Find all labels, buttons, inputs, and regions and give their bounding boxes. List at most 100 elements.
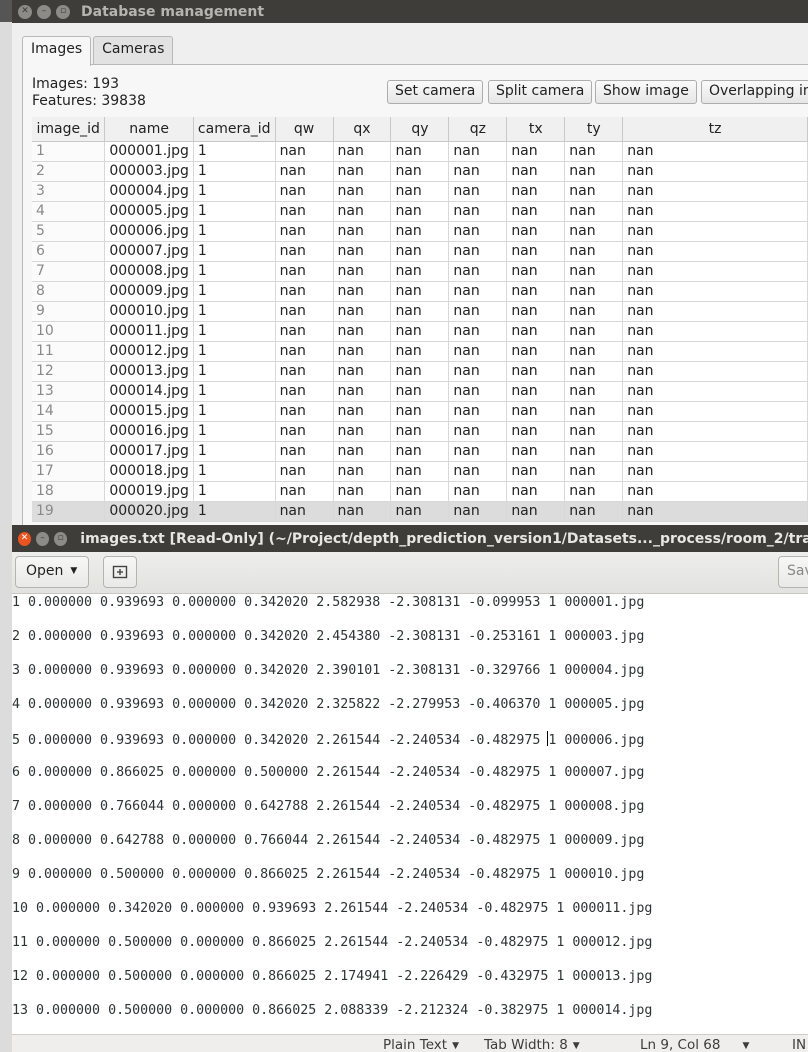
table-cell[interactable]: nan bbox=[333, 381, 392, 402]
column-header[interactable]: qy bbox=[390, 117, 450, 142]
table-cell[interactable]: nan bbox=[275, 161, 334, 182]
table-cell[interactable]: nan bbox=[448, 381, 508, 402]
table-cell[interactable]: nan bbox=[390, 461, 450, 482]
table-cell[interactable]: nan bbox=[390, 441, 450, 462]
table-cell[interactable]: 000008.jpg bbox=[104, 261, 194, 282]
table-cell[interactable]: nan bbox=[564, 261, 624, 282]
table-cell[interactable]: 1 bbox=[193, 201, 276, 222]
table-cell[interactable]: nan bbox=[390, 481, 450, 502]
show-image-button[interactable]: Show image bbox=[595, 80, 697, 104]
table-cell[interactable]: nan bbox=[275, 381, 334, 402]
table-cell[interactable]: nan bbox=[622, 141, 808, 162]
table-cell[interactable]: nan bbox=[448, 401, 508, 422]
table-cell[interactable]: nan bbox=[506, 281, 566, 302]
table-cell[interactable]: nan bbox=[622, 341, 808, 362]
table-cell[interactable]: 16 bbox=[32, 441, 106, 462]
table-cell[interactable]: 000009.jpg bbox=[104, 281, 194, 302]
table-cell[interactable]: 1 bbox=[193, 261, 276, 282]
table-cell[interactable]: nan bbox=[448, 281, 508, 302]
table-cell[interactable]: nan bbox=[448, 261, 508, 282]
table-cell[interactable]: nan bbox=[564, 241, 624, 262]
table-cell[interactable]: 000020.jpg bbox=[104, 501, 194, 522]
table-cell[interactable]: 19 bbox=[32, 501, 106, 522]
table-cell[interactable]: nan bbox=[622, 501, 808, 522]
table-cell[interactable]: nan bbox=[390, 341, 450, 362]
table-cell[interactable]: nan bbox=[622, 381, 808, 402]
table-cell[interactable]: nan bbox=[564, 501, 624, 522]
table-cell[interactable]: nan bbox=[275, 481, 334, 502]
table-row[interactable]: 7 000008.jpg 1 nan nan nan nan nan nan nan bbox=[32, 261, 808, 282]
split-camera-button[interactable]: Split camera bbox=[488, 80, 593, 104]
table-cell[interactable]: nan bbox=[448, 461, 508, 482]
table-cell[interactable]: nan bbox=[333, 361, 392, 382]
table-cell[interactable]: 000003.jpg bbox=[104, 161, 194, 182]
table-cell[interactable]: 000005.jpg bbox=[104, 201, 194, 222]
table-cell[interactable]: nan bbox=[506, 321, 566, 342]
table-cell[interactable]: nan bbox=[390, 321, 450, 342]
table-cell[interactable]: nan bbox=[506, 441, 566, 462]
maximize-icon[interactable]: ▫ bbox=[56, 4, 70, 19]
table-cell[interactable]: nan bbox=[506, 241, 566, 262]
table-cell[interactable]: 14 bbox=[32, 401, 106, 422]
table-cell[interactable]: nan bbox=[622, 321, 808, 342]
table-cell[interactable]: nan bbox=[390, 301, 450, 322]
table-cell[interactable]: 1 bbox=[32, 141, 106, 162]
tab-width-selector[interactable]: Tab Width: 8 ▼ bbox=[484, 1037, 580, 1052]
table-cell[interactable]: 000004.jpg bbox=[104, 181, 194, 202]
overlapping-images-button[interactable]: Overlapping im bbox=[701, 80, 808, 104]
table-cell[interactable]: nan bbox=[506, 181, 566, 202]
table-cell[interactable]: nan bbox=[448, 221, 508, 242]
table-cell[interactable]: nan bbox=[390, 161, 450, 182]
table-cell[interactable]: nan bbox=[506, 221, 566, 242]
table-cell[interactable]: nan bbox=[564, 181, 624, 202]
set-camera-button[interactable]: Set camera bbox=[387, 80, 484, 104]
table-cell[interactable]: nan bbox=[564, 161, 624, 182]
table-cell[interactable]: nan bbox=[564, 461, 624, 482]
table-cell[interactable]: 1 bbox=[193, 381, 276, 402]
table-cell[interactable]: nan bbox=[622, 461, 808, 482]
table-cell[interactable]: nan bbox=[390, 401, 450, 422]
open-button[interactable]: Open ▼ bbox=[15, 556, 89, 588]
table-cell[interactable]: nan bbox=[622, 481, 808, 502]
table-cell[interactable]: nan bbox=[390, 421, 450, 442]
table-cell[interactable]: nan bbox=[275, 241, 334, 262]
table-cell[interactable]: 13 bbox=[32, 381, 106, 402]
table-cell[interactable]: nan bbox=[275, 221, 334, 242]
language-selector[interactable]: Plain Text ▼ bbox=[383, 1037, 459, 1052]
table-cell[interactable]: 8 bbox=[32, 281, 106, 302]
table-cell[interactable]: 1 bbox=[193, 241, 276, 262]
table-cell[interactable]: nan bbox=[564, 141, 624, 162]
table-row[interactable]: 5 000006.jpg 1 nan nan nan nan nan nan nan bbox=[32, 221, 808, 242]
table-row[interactable]: 11 000012.jpg 1 nan nan nan nan nan nan nan bbox=[32, 341, 808, 362]
table-cell[interactable]: nan bbox=[275, 201, 334, 222]
column-header[interactable]: name bbox=[104, 117, 194, 142]
table-cell[interactable]: nan bbox=[622, 441, 808, 462]
table-cell[interactable]: 000011.jpg bbox=[104, 321, 194, 342]
table-cell[interactable]: nan bbox=[333, 241, 392, 262]
table-cell[interactable]: 000018.jpg bbox=[104, 461, 194, 482]
table-row[interactable]: 16 000017.jpg 1 nan nan nan nan nan nan nan bbox=[32, 441, 808, 462]
table-row[interactable]: 14 000015.jpg 1 nan nan nan nan nan nan nan bbox=[32, 401, 808, 422]
table-cell[interactable]: nan bbox=[506, 141, 566, 162]
table-cell[interactable]: 000017.jpg bbox=[104, 441, 194, 462]
table-cell[interactable]: 9 bbox=[32, 301, 106, 322]
table-cell[interactable]: nan bbox=[390, 261, 450, 282]
table-cell[interactable]: nan bbox=[275, 361, 334, 382]
table-cell[interactable]: 12 bbox=[32, 361, 106, 382]
table-cell[interactable]: 000019.jpg bbox=[104, 481, 194, 502]
table-cell[interactable]: 15 bbox=[32, 421, 106, 442]
table-cell[interactable]: 11 bbox=[32, 341, 106, 362]
table-cell[interactable]: nan bbox=[333, 401, 392, 422]
table-cell[interactable]: 000013.jpg bbox=[104, 361, 194, 382]
table-cell[interactable]: nan bbox=[448, 141, 508, 162]
table-cell[interactable]: nan bbox=[564, 341, 624, 362]
table-cell[interactable]: nan bbox=[275, 461, 334, 482]
table-cell[interactable]: 17 bbox=[32, 461, 106, 482]
table-cell[interactable]: 1 bbox=[193, 141, 276, 162]
table-cell[interactable]: nan bbox=[448, 201, 508, 222]
table-row[interactable]: 1 000001.jpg 1 nan nan nan nan nan nan nan bbox=[32, 141, 808, 162]
column-header[interactable]: camera_id bbox=[193, 117, 276, 142]
table-cell[interactable]: nan bbox=[390, 221, 450, 242]
table-cell[interactable]: nan bbox=[564, 221, 624, 242]
table-cell[interactable]: nan bbox=[506, 401, 566, 422]
